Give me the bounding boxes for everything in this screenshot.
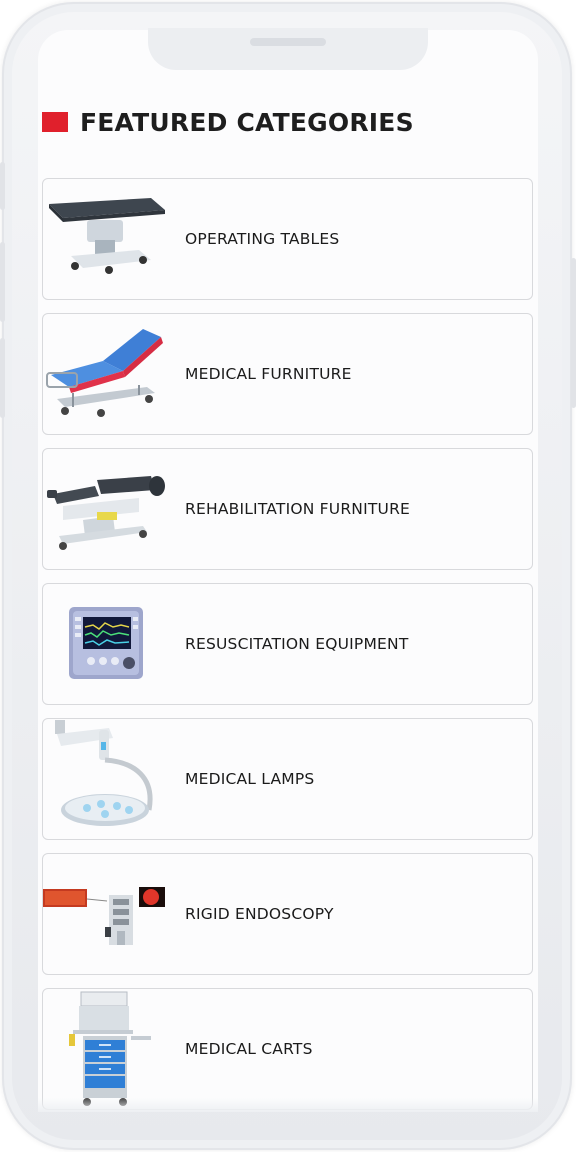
category-label: RIGID ENDOSCOPY [185,905,334,923]
screen: FEATURED CATEGORIES OPERATING TABLES MED… [38,30,538,1112]
category-label: OPERATING TABLES [185,230,340,248]
category-card-medical-lamps[interactable]: MEDICAL LAMPS [42,718,533,840]
endoscopy-tower-image [43,855,167,973]
medical-cart-image [43,990,167,1108]
rehab-table-image [43,450,167,568]
mute-switch [0,162,5,210]
category-list: OPERATING TABLES MEDICAL FURNITURE REHAB… [42,178,533,1112]
page-title: FEATURED CATEGORIES [80,107,414,137]
category-card-operating-tables[interactable]: OPERATING TABLES [42,178,533,300]
category-card-medical-carts[interactable]: MEDICAL CARTS [42,988,533,1110]
hospital-bed-image [43,315,167,433]
category-card-resuscitation-equipment[interactable]: RESUSCITATION EQUIPMENT [42,583,533,705]
category-label: MEDICAL CARTS [185,1040,313,1058]
section-heading: FEATURED CATEGORIES [42,107,414,137]
ventilator-monitor-image [43,585,167,703]
category-card-medical-furniture[interactable]: MEDICAL FURNITURE [42,313,533,435]
category-card-rehabilitation-furniture[interactable]: REHABILITATION FURNITURE [42,448,533,570]
surgical-lamp-image [43,720,167,838]
operating-table-image [43,180,167,298]
power-button [571,258,576,408]
category-card-rigid-endoscopy[interactable]: RIGID ENDOSCOPY [42,853,533,975]
category-label: MEDICAL FURNITURE [185,365,352,383]
heading-accent-block [42,112,68,132]
phone-notch [148,28,428,70]
category-label: MEDICAL LAMPS [185,770,315,788]
category-label: REHABILITATION FURNITURE [185,500,411,518]
volume-down-button [0,338,5,418]
screen-bottom-edge [38,1098,538,1112]
speaker-grille [250,38,326,46]
volume-up-button [0,242,5,322]
category-label: RESUSCITATION EQUIPMENT [185,635,409,653]
